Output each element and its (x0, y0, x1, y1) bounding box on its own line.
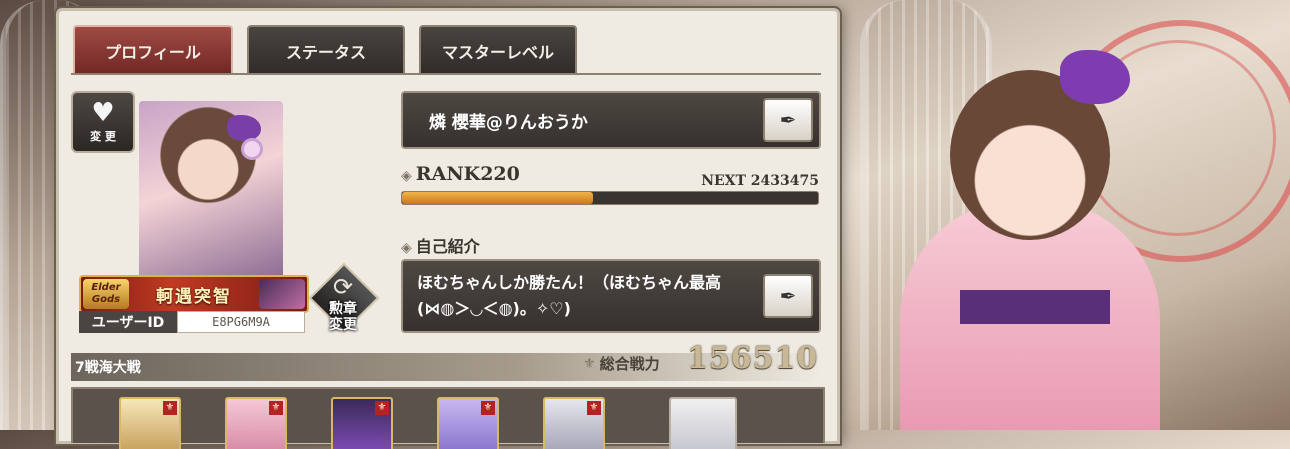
user-id-value: E8PG6M9A (177, 311, 305, 333)
tab-profile[interactable]: プロフィール (73, 25, 233, 75)
heart-icon: ♥ (91, 98, 115, 128)
quill-icon: ✒ (779, 108, 797, 132)
exp-progress-bar (401, 191, 819, 205)
total-power-label: ⚜ 総合戦力 (583, 355, 660, 373)
crest-icon: ⚜ (587, 401, 601, 415)
quill-icon: ✒ (779, 284, 797, 308)
intro-box: ほむちゃんしか勝たん！（ほむちゃん最高(⋈◍＞◡＜◍)。✧♡) ✒ (401, 259, 821, 333)
elder-gods-logo: Elder Gods (83, 279, 129, 309)
ornament-icon: ◈ (401, 240, 412, 256)
refresh-icon: ⟳ (332, 273, 354, 301)
deck-card[interactable]: ⚜ (437, 397, 499, 449)
player-name-box: 燐 櫻華@りんおうか ✒ (401, 91, 821, 149)
exp-progress-fill (402, 192, 594, 204)
deck-cards: ⚜ ⚜ ⚜ ⚜ ⚜ (71, 387, 825, 449)
crest-icon: ⚜ (163, 401, 177, 415)
intro-label: ◈ 自己紹介 (401, 237, 480, 256)
medal-change-button[interactable]: ⟳ 勲章 変更 (308, 262, 380, 341)
next-exp-label: NEXT 2433475 (701, 173, 819, 189)
ornament-icon: ◈ (401, 168, 412, 184)
deck-card[interactable]: ⚜ (331, 397, 393, 449)
avatar (139, 101, 283, 281)
intro-text: ほむちゃんしか勝たん！（ほむちゃん最高(⋈◍＞◡＜◍)。✧♡) (417, 273, 722, 318)
deck-card[interactable]: ⚜ (119, 397, 181, 449)
fleur-icon: ⚜ (583, 355, 596, 372)
edit-name-button[interactable]: ✒ (763, 98, 813, 142)
favorite-change-button[interactable]: ♥ 変 更 (71, 91, 135, 153)
total-power-value: 156510 (687, 341, 819, 376)
player-name: 燐 櫻華@りんおうか (429, 112, 588, 133)
crest-icon: ⚜ (375, 401, 389, 415)
crest-icon: ⚜ (269, 401, 283, 415)
title-name: 軻遇突智 (156, 286, 232, 307)
user-id-row: ユーザーID E8PG6M9A (79, 311, 305, 333)
deck-name: 7戦海大戦 (75, 360, 141, 376)
edit-intro-button[interactable]: ✒ (763, 274, 813, 318)
title-character-thumb (259, 279, 305, 309)
title-badge: Elder Gods 軻遇突智 (79, 275, 309, 313)
character-illustration (840, 0, 1290, 430)
deck-card[interactable]: ⚜ (225, 397, 287, 449)
deck-card[interactable] (669, 397, 737, 449)
profile-panel: プロフィール ステータス マスターレベル ♥ 変 更 Elder Gods 軻遇… (56, 8, 840, 449)
crest-icon: ⚜ (481, 401, 495, 415)
deck-card[interactable]: ⚜ (543, 397, 605, 449)
rank-label: ◈ RANK220 (401, 163, 520, 185)
user-id-label: ユーザーID (79, 311, 177, 333)
tab-master-level[interactable]: マスターレベル (419, 25, 577, 75)
tab-status[interactable]: ステータス (247, 25, 405, 75)
